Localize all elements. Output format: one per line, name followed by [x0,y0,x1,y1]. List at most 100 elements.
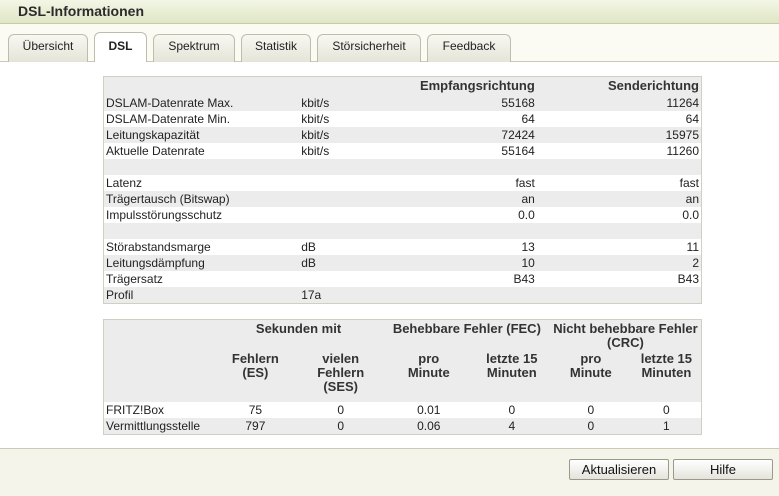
row-unit: kbit/s [301,128,330,142]
row-label: DSLAM-Datenrate Min. [106,112,231,126]
group-header-crc: Nicht behebbare Fehler (CRC) [553,321,698,350]
row-rx-value: 0.0 [518,208,535,222]
row-tx-value [537,159,702,175]
tab-dsl[interactable]: DSL [94,32,147,63]
row-tx-value: 11264 [666,96,699,110]
row-unit [299,271,389,287]
tab-stoersicherheit[interactable]: Störsicherheit [317,34,421,62]
row-unit [299,191,389,207]
row-label: Trägersatz [106,272,163,286]
table-row: Vermittlungsstelle 797 0 0.06 4 0 1 [103,418,702,435]
row-rx-value: 10 [521,256,535,270]
row-label: Impulsstörungsschutz [106,208,223,222]
row-label: Aktuelle Datenrate [106,144,205,158]
row-tx-value: B43 [677,272,699,286]
row-label: DSLAM-Datenrate Max. [106,96,234,110]
row-rx-value: an [521,192,535,206]
row-unit: kbit/s [301,112,330,126]
dsl-error-table: Sekunden mit Behebbare Fehler (FEC) Nich… [103,319,702,435]
column-header [299,76,389,95]
table-subheader-row: Fehlern (ES) vielen Fehlern (SES) pro Mi… [103,350,702,402]
footer-bar: Aktualisieren Hilfe [0,448,779,496]
title-bar: DSL-Informationen [0,0,779,24]
table-row: Trägersatz B43 B43 [104,271,702,287]
cell-es: 75 [248,403,263,417]
table-header-row: Empfangsrichtung Senderichtung [103,76,702,95]
cell-fec-15-minutes: 0 [508,403,516,417]
cell-es: 797 [245,419,266,433]
row-rx-value [389,223,537,239]
row-unit [299,207,389,223]
subheader-crc-15-minutes: letzte 15 Minuten [640,351,693,380]
column-header [103,76,300,95]
row-label: Störabstandsmarge [106,240,211,254]
row-label [104,223,300,239]
table-row: Leitungskapazität kbit/s 72424 15975 [103,127,702,143]
row-label: Profil [106,288,134,302]
cell-crc-per-minute: 0 [587,403,595,417]
tab-bar: Übersicht DSL Spektrum Statistik Störsic… [0,24,779,63]
row-rx-value: fast [515,176,535,190]
row-label: Vermittlungsstelle [106,419,201,433]
subheader-fec-per-minute: pro Minute [407,351,450,380]
row-unit [299,159,389,175]
row-tx-value [537,287,702,304]
row-rx-value [389,159,537,175]
tab-spektrum[interactable]: Spektrum [153,34,235,62]
column-header-tx: Senderichtung [536,76,702,95]
row-rx-value: B43 [513,272,535,286]
cell-ses: 0 [337,403,345,417]
group-header-seconds: Sekunden mit [255,321,342,336]
row-tx-value: 2 [692,256,699,270]
dsl-line-table: Empfangsrichtung Senderichtung DSLAM-Dat… [103,76,702,304]
table-row [103,223,702,239]
row-tx-value: 64 [685,112,699,126]
tab-uebersicht[interactable]: Übersicht [8,34,88,62]
table-row: DSLAM-Datenrate Max. kbit/s 55168 11264 [103,95,702,111]
row-tx-value: 0.0 [682,208,699,222]
subheader-fec-15-minutes: letzte 15 Minuten [486,351,538,380]
table-row: Trägertausch (Bitswap) an an [103,191,702,207]
tab-feedback[interactable]: Feedback [427,34,511,62]
refresh-button[interactable]: Aktualisieren [569,459,669,480]
cell-crc-15-minutes: 0 [663,403,670,417]
row-unit [299,175,389,191]
subheader-crc-per-minute: pro Minute [569,351,612,380]
subheader-es: Fehlern (ES) [231,351,279,380]
column-header-rx: Empfangsrichtung [388,76,537,95]
page-title: DSL-Informationen [18,3,144,19]
table-row [103,159,702,175]
row-label: Trägertausch (Bitswap) [106,192,230,206]
content-area: Empfangsrichtung Senderichtung DSLAM-Dat… [0,62,779,448]
table-row: Profil 17a [103,287,702,304]
row-rx-value: 64 [521,112,535,126]
row-unit: kbit/s [301,96,330,110]
subheader-ses: vielen Fehlern (SES) [317,351,365,394]
table-row: Latenz fast fast [104,175,702,191]
row-rx-value: 55164 [501,144,535,158]
table-row: DSLAM-Datenrate Min. kbit/s 64 64 [104,111,702,127]
row-unit: dB [301,256,316,270]
row-rx-value: 55168 [501,96,535,110]
cell-ses: 0 [337,419,345,433]
row-rx-value: 13 [521,240,535,254]
table-row: FRITZ!Box 75 0 0.01 0 0 0 [104,402,702,418]
row-rx-value [389,287,537,304]
help-button[interactable]: Hilfe [673,459,773,480]
row-tx-value: 11 [686,240,699,254]
table-header-row: Sekunden mit Behebbare Fehler (FEC) Nich… [103,319,702,350]
table-row: Störabstandsmarge dB 13 11 [104,239,702,255]
row-label [104,159,300,175]
row-unit: 17a [301,288,322,302]
row-label: Latenz [106,176,143,190]
row-label: Leitungsdämpfung [106,256,205,270]
cell-crc-15-minutes: 1 [663,419,670,433]
cell-fec-per-minute: 0.06 [417,419,441,433]
tab-statistik[interactable]: Statistik [241,34,311,62]
group-header-fec: Behebbare Fehler (FEC) [392,321,541,336]
table-row: Impulsstörungsschutz 0.0 0.0 [104,207,702,223]
row-tx-value [537,223,702,239]
row-unit: dB [301,240,316,254]
row-rx-value: 72424 [501,128,535,142]
table-row: Aktuelle Datenrate kbit/s 55164 11260 [104,143,702,159]
